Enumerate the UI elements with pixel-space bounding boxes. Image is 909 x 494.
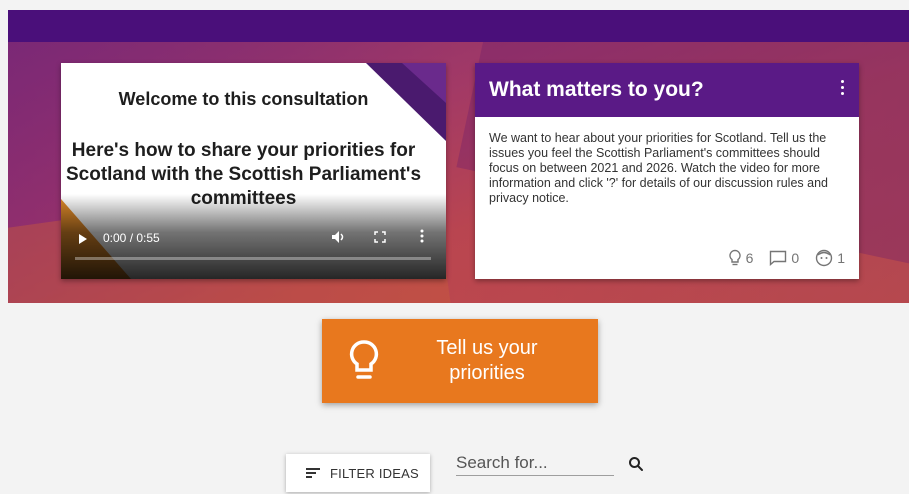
participants-count: 1 [837, 250, 845, 266]
fullscreen-icon[interactable] [374, 231, 386, 243]
ideas-stat: 6 [728, 249, 754, 267]
video-player[interactable]: Welcome to this consultation Here's how … [61, 63, 446, 279]
card-title: What matters to you? [489, 78, 704, 101]
filter-ideas-button[interactable]: FILTER IDEAS [286, 454, 430, 492]
more-options-icon[interactable] [420, 229, 424, 243]
ideas-count: 6 [745, 250, 754, 266]
participants-stat: 1 [815, 249, 845, 267]
video-time: 0:00 / 0:55 [103, 231, 160, 245]
person-icon [816, 249, 833, 267]
filter-ideas-label: FILTER IDEAS [330, 465, 419, 481]
tell-us-priorities-button[interactable]: Tell us your priorities [322, 319, 598, 403]
filter-icon [306, 468, 320, 478]
top-app-bar [8, 10, 909, 42]
comments-count: 0 [791, 250, 800, 266]
card-menu-icon[interactable] [841, 80, 845, 98]
idea-card: What matters to you? We want to hear abo… [475, 63, 859, 279]
search-icon[interactable] [628, 456, 644, 472]
video-title: Welcome to this consultation [118, 89, 369, 109]
lightbulb-icon [349, 340, 379, 379]
lightbulb-icon [728, 249, 741, 266]
search-input[interactable] [456, 451, 614, 476]
video-progress-bar[interactable] [75, 257, 431, 260]
comment-icon [770, 250, 787, 266]
volume-icon[interactable] [331, 230, 347, 244]
comments-stat: 0 [769, 250, 799, 266]
card-stats: 6 0 1 [718, 248, 845, 268]
cta-label: Tell us your priorities [436, 337, 538, 384]
card-header: What matters to you? [475, 63, 859, 117]
play-icon[interactable] [79, 234, 87, 244]
card-description: We want to hear about your priorities fo… [489, 131, 828, 205]
